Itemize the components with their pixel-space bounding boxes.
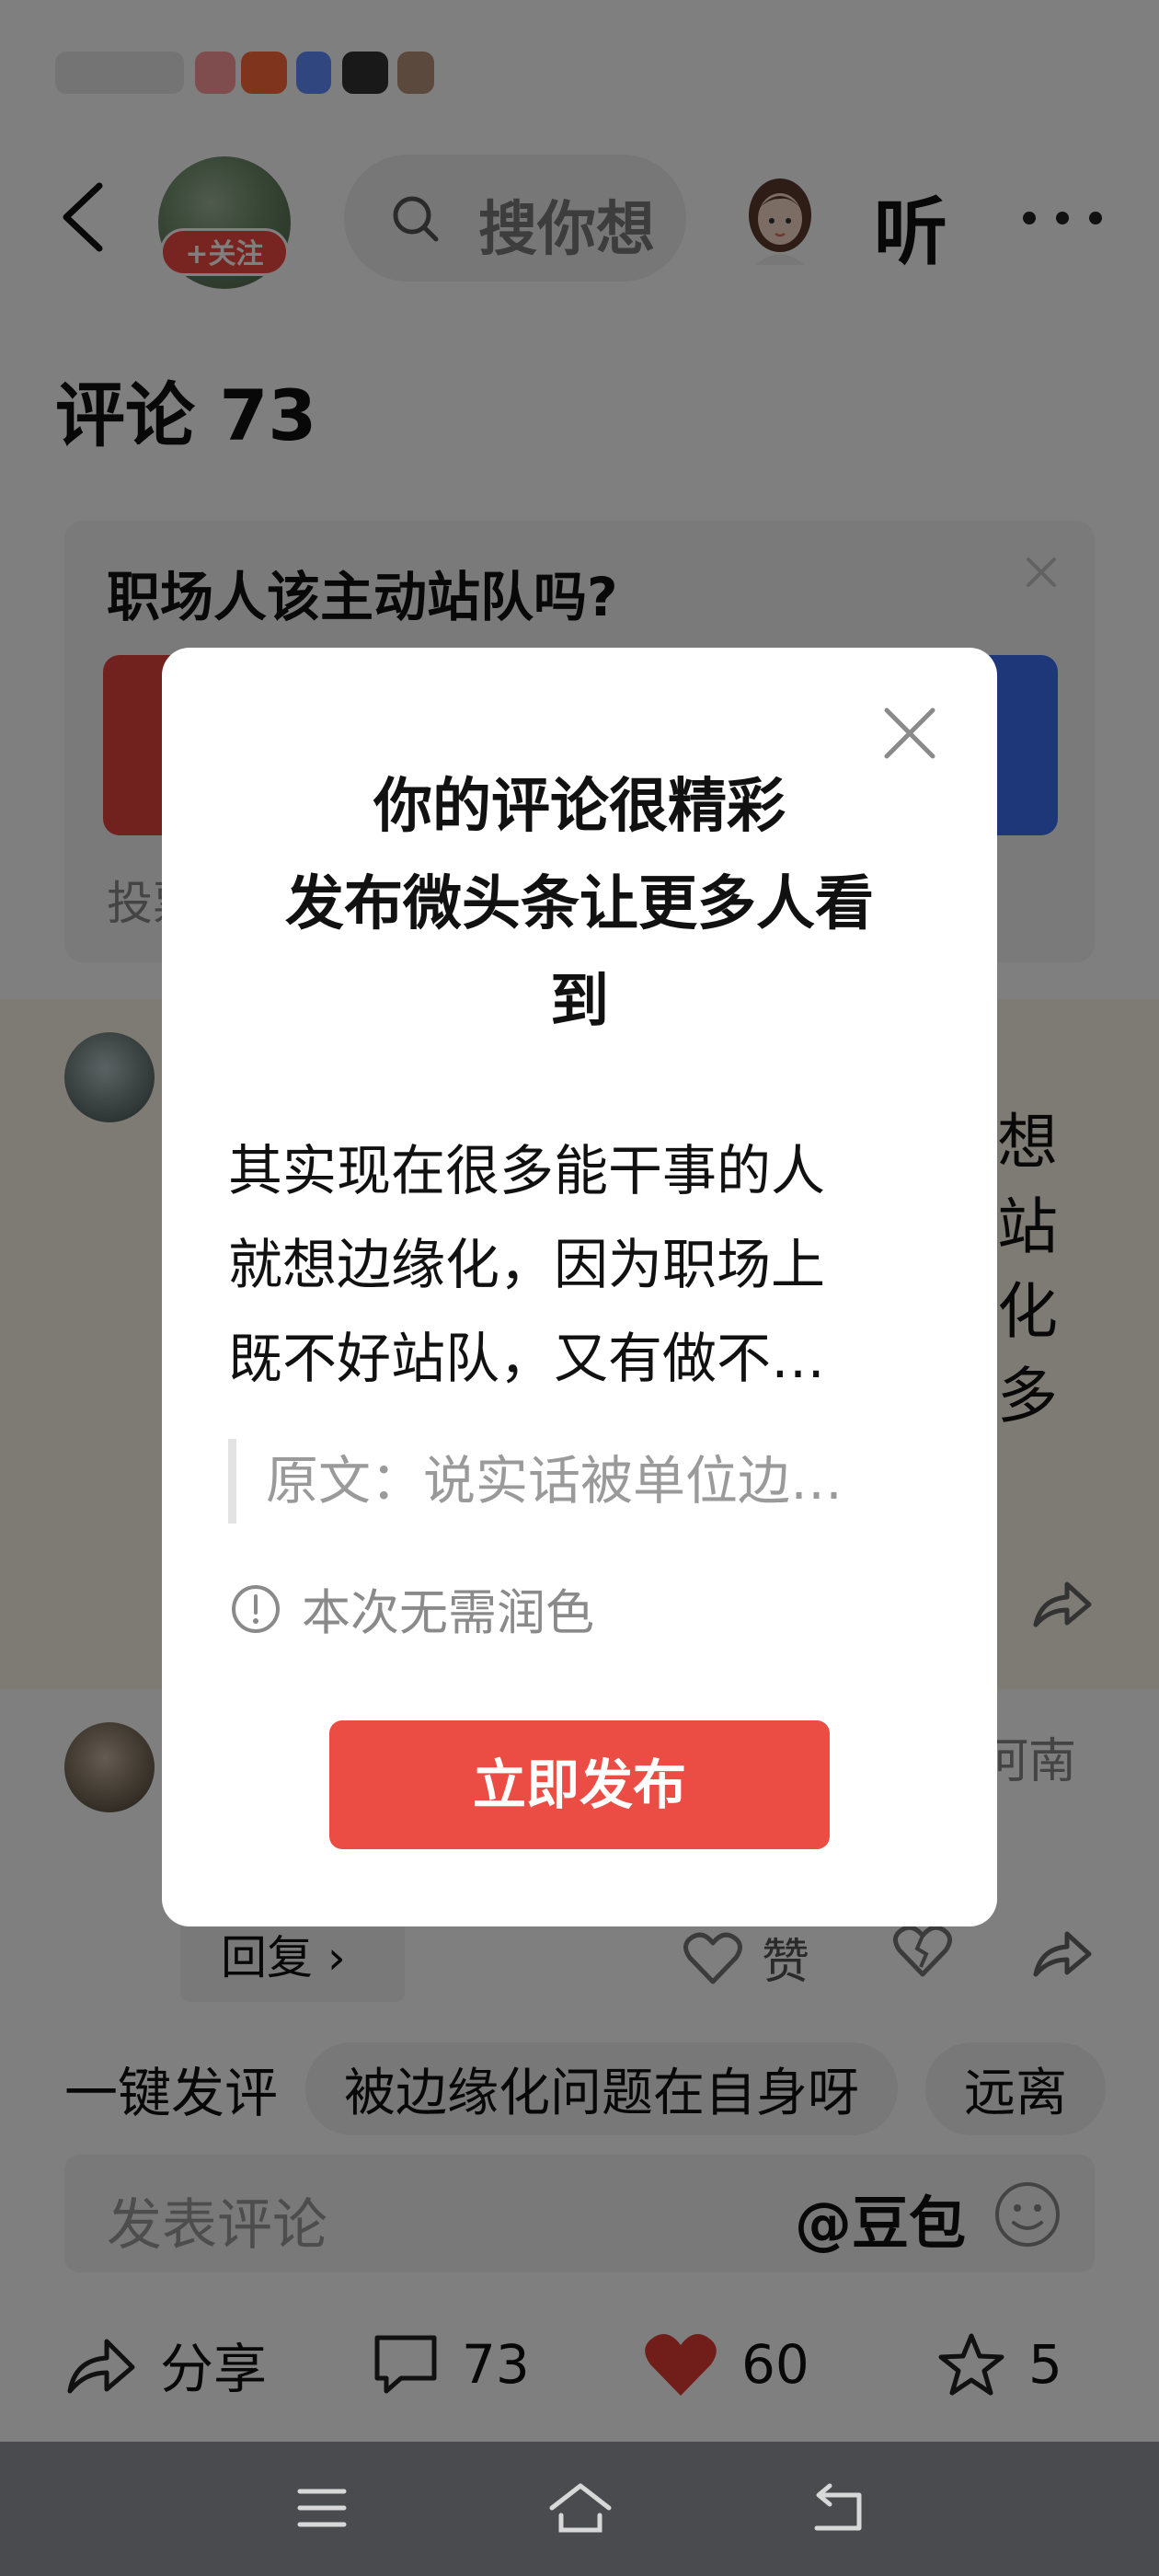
- publish-post-dialog: 你的评论很精彩 发布微头条让更多人看 到 其实现在很多能干事的人 就想边缘化，因…: [162, 648, 997, 1926]
- system-navigation-bar: [0, 2442, 1159, 2576]
- comment-preview-text: 其实现在很多能干事的人 就想边缘化，因为职场上 既不好站队，又有做不…: [228, 1139, 826, 1390]
- publish-now-button[interactable]: 立即发布: [329, 1720, 830, 1849]
- back-icon[interactable]: [809, 2482, 865, 2534]
- close-icon[interactable]: [881, 705, 938, 762]
- info-icon: [232, 1585, 280, 1633]
- polish-note: 本次无需润色: [230, 1577, 594, 1641]
- dialog-title: 你的评论很精彩 发布微头条让更多人看 到: [285, 773, 874, 1036]
- original-post-quote: 原文：说实话被单位边…: [228, 1439, 843, 1524]
- home-icon[interactable]: [548, 2482, 613, 2534]
- menu-icon[interactable]: [296, 2482, 348, 2534]
